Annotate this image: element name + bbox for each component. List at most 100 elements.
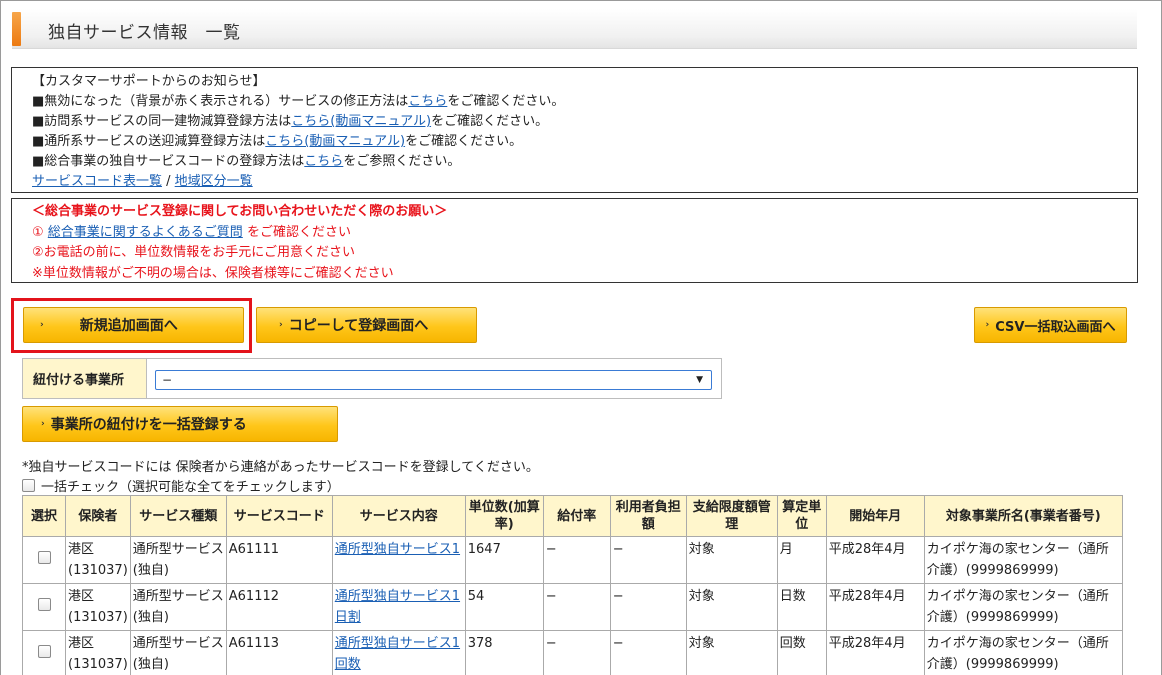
- insurer-cell: 港区(131037): [65, 630, 131, 675]
- separator: /: [162, 174, 175, 189]
- notice-line: ■訪問系サービスの同一建物減算登録方法はこちら(動画マニュアル)をご確認ください…: [32, 112, 1137, 132]
- check-all-label: 一括チェック（選択可能な全てをチェックします）: [41, 480, 340, 495]
- notice-link[interactable]: こちら(動画マニュアル): [265, 134, 405, 149]
- office-cell: カイポケ海の家センター（通所介護）(9999869999): [923, 536, 1123, 584]
- rate-cell: −: [542, 536, 611, 584]
- office-select[interactable]: − ▼: [155, 370, 712, 390]
- copy-register-button[interactable]: › コピーして登録画面へ: [256, 307, 477, 343]
- notice-text: ■訪問系サービスの同一建物減算登録方法は: [32, 114, 292, 129]
- notice-line: ■無効になった（背景が赤く表示される）サービスの修正方法はこちらをご確認ください…: [32, 92, 1137, 112]
- chevron-right-icon: ›: [40, 320, 44, 330]
- chevron-right-icon: ›: [985, 320, 990, 330]
- rate-cell: −: [542, 583, 611, 631]
- service-content-link[interactable]: 通所型独自サービス1日割: [335, 589, 460, 625]
- request-text: ①: [32, 224, 48, 240]
- column-header: 算定単位: [776, 495, 827, 537]
- rate-cell: −: [542, 630, 611, 675]
- area-list-link[interactable]: 地域区分一覧: [175, 174, 253, 189]
- new-entry-button[interactable]: › 新規追加画面へ: [23, 307, 244, 343]
- unit-cell: 日数: [776, 583, 827, 631]
- code-cell: A61113: [225, 630, 333, 675]
- notice-text: をご確認ください。: [447, 94, 565, 109]
- check-all-row: 一括チェック（選択可能な全てをチェックします）: [22, 476, 340, 495]
- limit-cell: 対象: [685, 536, 778, 584]
- check-all-checkbox[interactable]: [22, 479, 35, 492]
- limit-cell: 対象: [685, 630, 778, 675]
- request-text: をご確認ください: [242, 224, 351, 240]
- content-cell: 通所型独自サービス1回数: [331, 630, 466, 675]
- limit-cell: 対象: [685, 583, 778, 631]
- office-assign-row: 紐付ける事業所 − ▼: [22, 358, 722, 399]
- units-cell: 378: [464, 630, 544, 675]
- support-notice: 【カスタマーサポートからのお知らせ】 ■無効になった（背景が赤く表示される）サー…: [11, 67, 1138, 193]
- kind-cell: 通所型サービス(独自): [129, 536, 227, 584]
- title-accent: [12, 12, 21, 46]
- table-row: 港区(131037) 通所型サービス(独自) A61112 通所型独自サービス1…: [22, 583, 1123, 631]
- burden-cell: −: [609, 536, 687, 584]
- table-header-row: 選択 保険者 サービス種類 サービスコード サービス内容 単位数(加算率) 給付…: [22, 495, 1123, 537]
- copy-register-label: コピーして登録画面へ: [288, 318, 429, 334]
- row-checkbox[interactable]: [37, 597, 51, 611]
- office-cell: カイポケ海の家センター（通所介護）(9999869999): [923, 630, 1123, 675]
- column-header: サービスコード: [225, 495, 333, 537]
- units-cell: 54: [464, 583, 544, 631]
- row-checkbox[interactable]: [37, 550, 51, 564]
- chevron-down-icon: ▼: [696, 375, 703, 385]
- office-select-value: −: [162, 373, 173, 387]
- column-header: 給付率: [542, 495, 611, 537]
- kind-cell: 通所型サービス(独自): [129, 630, 227, 675]
- notice-text: ■通所系サービスの送迎減算登録方法は: [32, 134, 266, 149]
- column-header: 利用者負担額: [609, 495, 687, 537]
- new-entry-label: 新規追加画面へ: [79, 318, 178, 334]
- start-cell: 平成28年4月: [825, 630, 925, 675]
- notice-text: をご確認ください。: [405, 134, 523, 149]
- kind-cell: 通所型サービス(独自): [129, 583, 227, 631]
- chevron-right-icon: ›: [279, 320, 283, 330]
- title-bar: 独自サービス情報 一覧: [12, 9, 1137, 49]
- bulk-assign-button[interactable]: › 事業所の紐付けを一括登録する: [22, 406, 338, 442]
- page-title: 独自サービス情報 一覧: [48, 23, 241, 43]
- faq-link[interactable]: 総合事業に関するよくあるご質問: [48, 225, 243, 240]
- request-line-3: ※単位数情報がご不明の場合は、保険者様等にご確認ください: [32, 265, 394, 281]
- unit-cell: 月: [776, 536, 827, 584]
- notice-link[interactable]: こちら: [408, 94, 447, 109]
- notice-text: ■無効になった（背景が赤く表示される）サービスの修正方法は: [32, 94, 409, 109]
- csv-import-button[interactable]: › CSV一括取込画面へ: [974, 307, 1127, 343]
- column-header: 選択: [22, 495, 66, 537]
- notice-text: ■総合事業の独自サービスコードの登録方法は: [32, 154, 305, 169]
- table-row: 港区(131037) 通所型サービス(独自) A61111 通所型独自サービス1…: [22, 536, 1123, 584]
- request-line-2: ②お電話の前に、単位数情報をお手元にご用意ください: [32, 245, 356, 260]
- notice-heading: 【カスタマーサポートからのお知らせ】: [32, 74, 266, 89]
- select-cell: [22, 536, 66, 584]
- burden-cell: −: [609, 583, 687, 631]
- request-line-1: ① 総合事業に関するよくあるご質問 をご確認ください: [32, 223, 1137, 244]
- content-cell: 通所型独自サービス1日割: [331, 583, 466, 631]
- service-table: 選択 保険者 サービス種類 サービスコード サービス内容 単位数(加算率) 給付…: [22, 495, 1123, 675]
- burden-cell: −: [609, 630, 687, 675]
- table-row: 港区(131037) 通所型サービス(独自) A61113 通所型独自サービス1…: [22, 630, 1123, 675]
- insurer-cell: 港区(131037): [65, 583, 131, 631]
- column-header: 保険者: [65, 495, 131, 537]
- notice-line: ■総合事業の独自サービスコードの登録方法はこちらをご参照ください。: [32, 152, 1137, 172]
- column-header: サービス内容: [331, 495, 466, 537]
- notice-links: サービスコード表一覧 / 地域区分一覧: [32, 172, 1137, 192]
- notice-text: をご参照ください。: [343, 154, 461, 169]
- start-cell: 平成28年4月: [825, 536, 925, 584]
- service-content-link[interactable]: 通所型独自サービス1回数: [335, 636, 460, 672]
- row-checkbox[interactable]: [37, 644, 51, 658]
- notice-link[interactable]: こちら(動画マニュアル): [291, 114, 431, 129]
- service-code-list-link[interactable]: サービスコード表一覧: [32, 174, 162, 189]
- chevron-right-icon: ›: [41, 419, 45, 429]
- request-heading: ＜総合事業のサービス登録に関してお問い合わせいただく際のお願い＞: [32, 204, 448, 219]
- bulk-assign-label: 事業所の紐付けを一括登録する: [50, 417, 247, 433]
- column-header: サービス種類: [129, 495, 227, 537]
- code-cell: A61112: [225, 583, 333, 631]
- notice-link[interactable]: こちら: [304, 154, 343, 169]
- request-notice: ＜総合事業のサービス登録に関してお問い合わせいただく際のお願い＞ ① 総合事業に…: [11, 198, 1138, 283]
- column-header: 対象事業所名(事業者番号): [923, 495, 1123, 537]
- start-cell: 平成28年4月: [825, 583, 925, 631]
- service-content-link[interactable]: 通所型独自サービス1: [335, 542, 460, 557]
- office-assign-label: 紐付ける事業所: [23, 359, 147, 398]
- units-cell: 1647: [464, 536, 544, 584]
- insurer-cell: 港区(131037): [65, 536, 131, 584]
